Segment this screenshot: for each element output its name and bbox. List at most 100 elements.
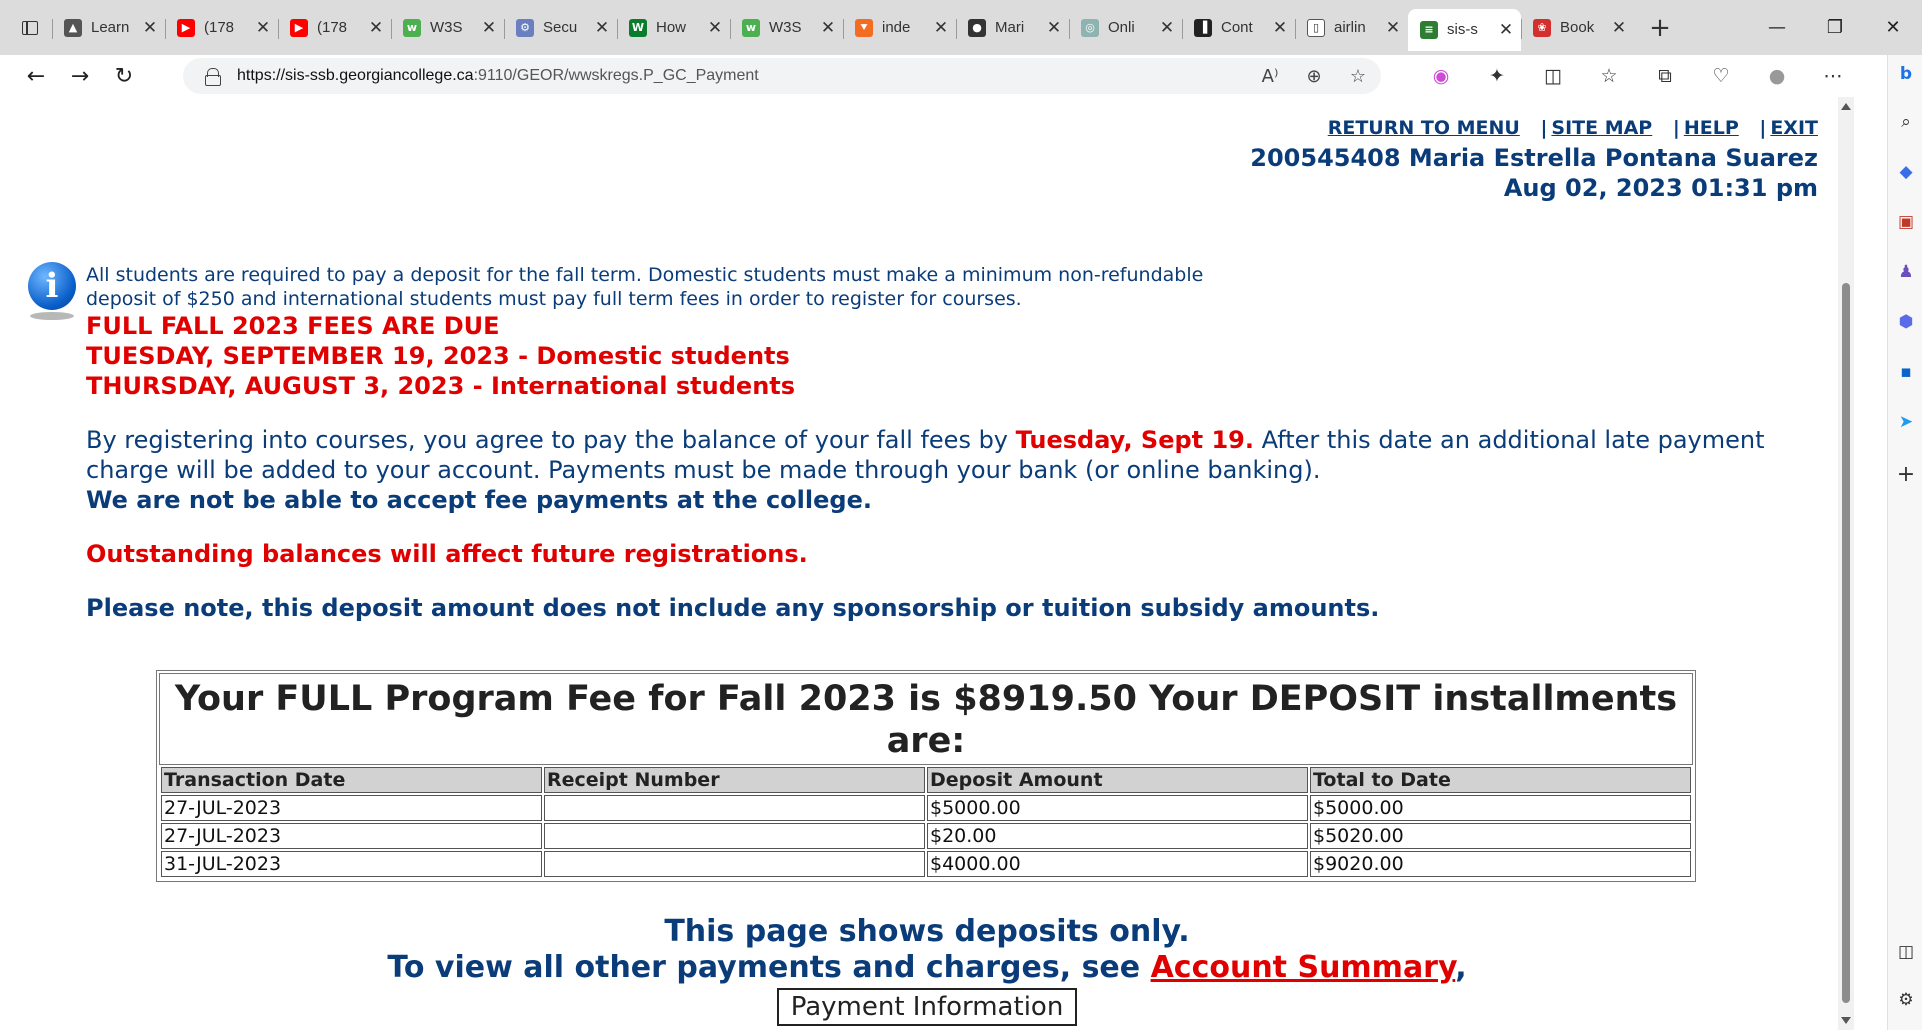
column-header: Transaction Date bbox=[161, 767, 542, 793]
close-tab-icon[interactable]: ✕ bbox=[141, 18, 159, 38]
close-tab-icon[interactable]: ✕ bbox=[932, 18, 950, 38]
color-extension-icon[interactable]: ◉ bbox=[1413, 65, 1469, 87]
outlook-icon[interactable]: ▪ bbox=[1895, 361, 1917, 383]
browser-tab[interactable]: ❀ Book ✕ bbox=[1521, 9, 1634, 47]
deposit-requirement-line1: All students are required to pay a depos… bbox=[86, 264, 1204, 286]
search-icon[interactable]: ⌕ bbox=[1895, 111, 1917, 133]
page-scrollbar[interactable] bbox=[1838, 97, 1854, 1030]
scroll-up-arrow[interactable] bbox=[1841, 103, 1851, 110]
tab-title: airlin bbox=[1334, 19, 1366, 36]
browser-tab[interactable]: ▶ (178 ✕ bbox=[165, 9, 278, 47]
add-sidebar-app-icon[interactable]: + bbox=[1895, 462, 1917, 487]
international-due-date: THURSDAY, AUGUST 3, 2023 - International… bbox=[86, 372, 796, 400]
sidebar-settings-icon[interactable]: ⚙ bbox=[1895, 989, 1917, 1011]
scroll-thumb[interactable] bbox=[1842, 283, 1850, 1003]
browser-essentials-icon[interactable]: ♡ bbox=[1693, 65, 1749, 87]
hide-sidebar-icon[interactable]: ◫ bbox=[1895, 941, 1917, 963]
header-menu: RETURN TO MENU | SITE MAP | HELP | EXIT bbox=[1250, 117, 1818, 139]
close-tab-icon[interactable]: ✕ bbox=[1497, 20, 1515, 40]
close-tab-icon[interactable]: ✕ bbox=[1384, 18, 1402, 38]
settings-more-icon[interactable]: ⋯ bbox=[1805, 65, 1861, 87]
favorite-star-icon[interactable]: ☆ bbox=[1347, 66, 1369, 87]
scroll-down-arrow[interactable] bbox=[1841, 1017, 1851, 1024]
page-header: RETURN TO MENU | SITE MAP | HELP | EXIT 200… bbox=[1250, 117, 1818, 203]
other-payments-text: To view all other payments and charges, … bbox=[387, 950, 1151, 985]
menu-separator: | bbox=[1672, 117, 1680, 139]
profile-avatar[interactable]: ● bbox=[1749, 65, 1805, 87]
send-icon[interactable]: ➤ bbox=[1895, 411, 1917, 433]
maximize-button[interactable]: ❐ bbox=[1806, 0, 1864, 55]
extensions-icon[interactable]: ✦ bbox=[1469, 65, 1525, 87]
lock-icon[interactable] bbox=[205, 68, 221, 86]
tab-list: ▲ Learn ✕ ▶ (178 ✕ ▶ (178 ✕ w W3S ✕ ⚙ Secu ✕ W How ✕ w W3S ✕… bbox=[52, 8, 1634, 51]
collections-icon[interactable]: ⧉ bbox=[1637, 65, 1693, 87]
browser-tab[interactable]: ≡ sis-s ✕ bbox=[1408, 8, 1521, 51]
browser-tab[interactable]: ⚙ Secu ✕ bbox=[504, 9, 617, 47]
tab-actions-button[interactable] bbox=[8, 8, 52, 48]
close-tab-icon[interactable]: ✕ bbox=[480, 18, 498, 38]
shopping-tag-icon[interactable]: ◆ bbox=[1895, 161, 1917, 183]
tools-briefcase-icon[interactable]: ▣ bbox=[1895, 211, 1917, 233]
split-screen-icon[interactable]: ◫ bbox=[1525, 65, 1581, 87]
close-tab-icon[interactable]: ✕ bbox=[1045, 18, 1063, 38]
close-tab-icon[interactable]: ✕ bbox=[706, 18, 724, 38]
deposits-only-note: This page shows deposits only. bbox=[664, 914, 1190, 949]
tab-strip: ▲ Learn ✕ ▶ (178 ✕ ▶ (178 ✕ w W3S ✕ ⚙ Secu ✕ W How ✕ w W3S ✕… bbox=[0, 0, 1922, 55]
browser-toolbar: ← → ↻ https://sis-ssb.georgiancollege.ca… bbox=[0, 55, 1922, 97]
total-to-date: $5020.00 bbox=[1310, 823, 1691, 849]
account-summary-link[interactable]: Account Summary bbox=[1151, 950, 1456, 985]
transaction-date: 31-JUL-2023 bbox=[161, 851, 542, 877]
table-row: 31-JUL-2023 $4000.00 $9020.00 bbox=[161, 851, 1691, 877]
payment-information-button[interactable]: Payment Information bbox=[776, 988, 1078, 1026]
browser-tab[interactable]: ▲ Learn ✕ bbox=[52, 9, 165, 47]
deposit-table: Your FULL Program Fee for Fall 2023 is $… bbox=[156, 670, 1696, 882]
exit-link[interactable]: EXIT bbox=[1770, 117, 1818, 139]
browser-tab[interactable]: w W3S ✕ bbox=[730, 9, 843, 47]
browser-tab[interactable]: ▐ Cont ✕ bbox=[1182, 9, 1295, 47]
browser-tab[interactable]: ◎ Onli ✕ bbox=[1069, 9, 1182, 47]
close-tab-icon[interactable]: ✕ bbox=[254, 18, 272, 38]
tab-favicon-icon: ❀ bbox=[1533, 18, 1551, 37]
close-tab-icon[interactable]: ✕ bbox=[1158, 18, 1176, 38]
browser-tab[interactable]: ⯆ inde ✕ bbox=[843, 9, 956, 47]
return-to-menu-link[interactable]: RETURN TO MENU bbox=[1328, 117, 1520, 139]
close-tab-icon[interactable]: ✕ bbox=[819, 18, 837, 38]
close-window-button[interactable]: ✕ bbox=[1864, 0, 1922, 55]
close-tab-icon[interactable]: ✕ bbox=[593, 18, 611, 38]
games-icon[interactable]: ♟ bbox=[1895, 261, 1917, 283]
deposit-amount: $20.00 bbox=[927, 823, 1308, 849]
close-tab-icon[interactable]: ✕ bbox=[1610, 18, 1628, 38]
no-payments-at-college: We are not be able to accept fee payment… bbox=[86, 486, 872, 514]
total-to-date: $5000.00 bbox=[1310, 795, 1691, 821]
browser-tab[interactable]: W How ✕ bbox=[617, 9, 730, 47]
new-tab-button[interactable]: + bbox=[1638, 10, 1682, 46]
help-link[interactable]: HELP bbox=[1684, 117, 1739, 139]
tab-favicon-icon: ▶ bbox=[177, 18, 195, 37]
bing-chat-icon[interactable]: b bbox=[1895, 63, 1917, 85]
close-tab-icon[interactable]: ✕ bbox=[367, 18, 385, 38]
browser-tab[interactable]: ● Mari ✕ bbox=[956, 9, 1069, 47]
tab-title: W3S bbox=[769, 19, 802, 36]
tab-title: Onli bbox=[1108, 19, 1135, 36]
microsoft-365-icon[interactable]: ⬢ bbox=[1895, 311, 1917, 333]
zoom-icon[interactable]: ⊕ bbox=[1303, 66, 1325, 87]
url-text[interactable]: https://sis-ssb.georgiancollege.ca:9110/… bbox=[237, 67, 759, 85]
registration-agreement: By registering into courses, you agree t… bbox=[86, 425, 1826, 485]
browser-tab[interactable]: ▯ airlin ✕ bbox=[1295, 9, 1408, 47]
total-to-date: $9020.00 bbox=[1310, 851, 1691, 877]
browser-tab[interactable]: w W3S ✕ bbox=[391, 9, 504, 47]
column-header: Receipt Number bbox=[544, 767, 925, 793]
tab-favicon-icon: w bbox=[742, 18, 760, 37]
favorites-icon[interactable]: ☆ bbox=[1581, 65, 1637, 87]
site-map-link[interactable]: SITE MAP bbox=[1551, 117, 1652, 139]
back-button[interactable]: ← bbox=[14, 58, 58, 94]
column-header: Deposit Amount bbox=[927, 767, 1308, 793]
close-tab-icon[interactable]: ✕ bbox=[1271, 18, 1289, 38]
address-bar[interactable]: https://sis-ssb.georgiancollege.ca:9110/… bbox=[183, 58, 1381, 94]
read-aloud-icon[interactable]: A⁾ bbox=[1259, 66, 1281, 87]
forward-button[interactable]: → bbox=[58, 58, 102, 94]
browser-tab[interactable]: ▶ (178 ✕ bbox=[278, 9, 391, 47]
minimize-button[interactable]: — bbox=[1748, 0, 1806, 55]
refresh-button[interactable]: ↻ bbox=[102, 58, 146, 94]
menu-separator: | bbox=[1540, 117, 1548, 139]
